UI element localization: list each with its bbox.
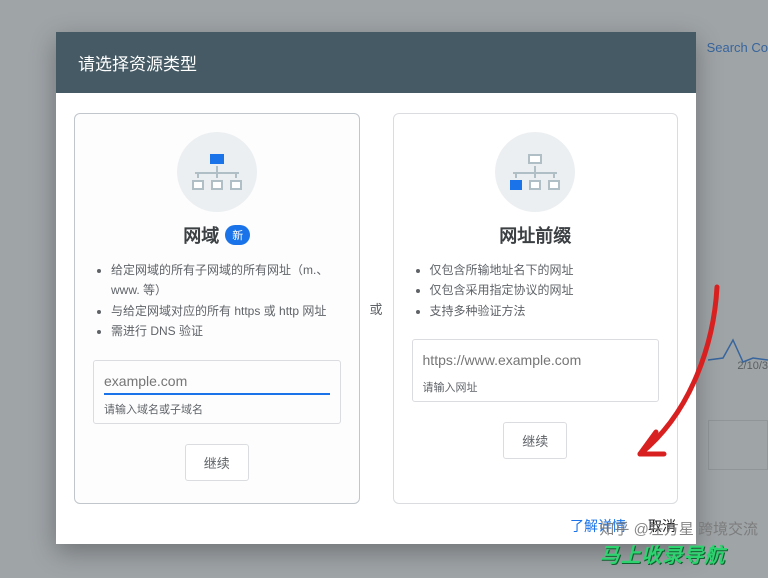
list-item: 给定网域的所有子网域的所有网址（m.、www. 等） xyxy=(111,260,341,301)
watermark: 知乎 @左方星 跨境交流 马上收录导航 xyxy=(599,518,758,568)
domain-card-title: 网域 xyxy=(183,222,219,248)
domain-icon xyxy=(177,132,257,212)
property-type-dialog: 请选择资源类型 网域 新 给定网域的所有子网域的所有网址（m.、www. 等） … xyxy=(56,32,696,544)
url-prefix-continue-button[interactable]: 继续 xyxy=(503,422,567,459)
or-separator: 或 xyxy=(368,299,385,318)
domain-input[interactable] xyxy=(104,371,330,395)
list-item: 需进行 DNS 验证 xyxy=(111,321,341,341)
url-prefix-card[interactable]: 网址前缀 仅包含所输地址名下的网址 仅包含采用指定协议的网址 支持多种验证方法 … xyxy=(393,113,679,504)
new-badge: 新 xyxy=(225,225,250,245)
url-prefix-input-wrapper: 请输入网址 xyxy=(412,339,660,402)
url-prefix-bullets: 仅包含所输地址名下的网址 仅包含采用指定协议的网址 支持多种验证方法 xyxy=(412,260,660,321)
url-prefix-icon xyxy=(495,132,575,212)
dialog-title: 请选择资源类型 xyxy=(56,32,696,93)
url-prefix-card-title: 网址前缀 xyxy=(499,222,571,248)
url-prefix-input[interactable] xyxy=(423,350,649,373)
list-item: 仅包含采用指定协议的网址 xyxy=(430,280,660,300)
list-item: 仅包含所输地址名下的网址 xyxy=(430,260,660,280)
watermark-line2: 马上收录导航 xyxy=(599,539,758,568)
domain-input-hint: 请输入域名或子域名 xyxy=(104,401,330,417)
list-item: 支持多种验证方法 xyxy=(430,301,660,321)
domain-continue-button[interactable]: 继续 xyxy=(185,444,249,481)
watermark-line1: 知乎 @左方星 跨境交流 xyxy=(599,518,758,539)
domain-input-wrapper: 请输入域名或子域名 xyxy=(93,360,341,424)
domain-card[interactable]: 网域 新 给定网域的所有子网域的所有网址（m.、www. 等） 与给定网域对应的… xyxy=(74,113,360,504)
list-item: 与给定网域对应的所有 https 或 http 网址 xyxy=(111,301,341,321)
url-prefix-input-hint: 请输入网址 xyxy=(423,379,649,395)
dialog-body: 网域 新 给定网域的所有子网域的所有网址（m.、www. 等） 与给定网域对应的… xyxy=(56,93,696,504)
domain-bullets: 给定网域的所有子网域的所有网址（m.、www. 等） 与给定网域对应的所有 ht… xyxy=(93,260,341,342)
